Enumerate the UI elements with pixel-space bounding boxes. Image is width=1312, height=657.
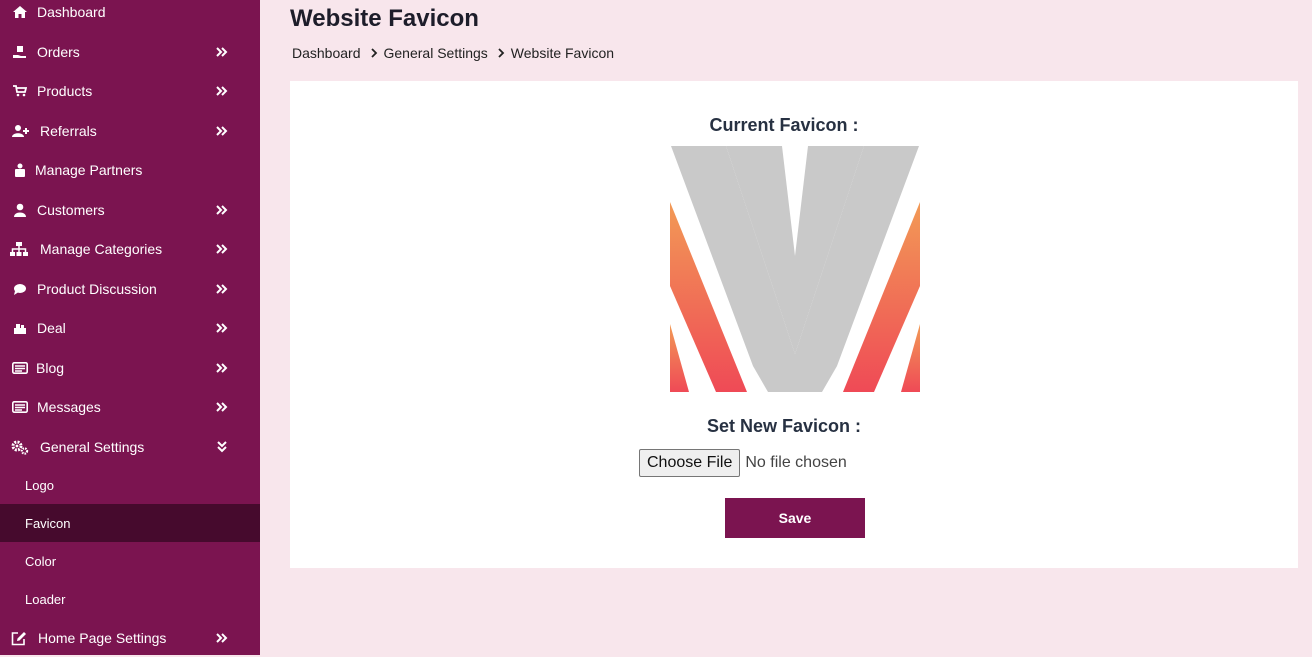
double-chevron-right-icon [214, 124, 230, 138]
sidebar-item-customers[interactable]: Customers [0, 191, 260, 229]
sidebar-item-label: Referrals [40, 123, 97, 139]
sidebar-item-products[interactable]: Products [0, 72, 260, 110]
cart-icon [11, 82, 29, 100]
chat-icon [11, 280, 29, 298]
chevron-right-icon [370, 48, 378, 58]
sidebar-item-general-settings[interactable]: General Settings [0, 428, 260, 466]
sidebar-item-manage-partners[interactable]: Manage Partners [0, 151, 260, 189]
hand-box-icon [11, 43, 29, 61]
sidebar-subitem-logo[interactable]: Logo [0, 466, 260, 504]
sidebar-subitem-label: Logo [25, 477, 54, 493]
breadcrumb-website-favicon: Website Favicon [510, 45, 615, 61]
sidebar-item-label: General Settings [40, 439, 145, 455]
double-chevron-right-icon [214, 84, 230, 98]
user-icon [11, 201, 29, 219]
double-chevron-right-icon [214, 631, 230, 645]
current-favicon-image [670, 146, 920, 392]
current-favicon-label: Current Favicon : [709, 115, 859, 135]
sidebar-item-messages[interactable]: Messages [0, 388, 260, 426]
sidebar-item-label: Customers [37, 202, 105, 218]
double-chevron-down-icon [214, 440, 230, 454]
sidebar-item-home-page-settings[interactable]: Home Page Settings [0, 619, 260, 657]
partners-icon [11, 161, 29, 179]
sidebar-item-label: Products [37, 83, 93, 99]
messages-icon [11, 398, 29, 416]
sidebar-item-label: Dashboard [37, 4, 106, 20]
choose-file-button[interactable]: Choose File [639, 449, 741, 477]
double-chevron-right-icon [214, 361, 230, 375]
sitemap-icon [10, 240, 28, 258]
favicon-card: Current Favicon : Set New Favicon : Choo… [290, 81, 1298, 568]
double-chevron-right-icon [214, 400, 230, 414]
sidebar-subitem-favicon[interactable]: Favicon [0, 504, 260, 542]
double-chevron-right-icon [214, 203, 230, 217]
sidebar-item-referrals[interactable]: Referrals [0, 112, 260, 150]
sidebar-item-label: Messages [37, 399, 101, 415]
sidebar-item-deal[interactable]: Deal [0, 309, 260, 347]
file-status-text: No file chosen [745, 454, 847, 471]
page-title: Website Favicon [290, 5, 479, 32]
sidebar-item-label: Home Page Settings [38, 630, 167, 646]
sidebar-item-orders[interactable]: Orders [0, 33, 260, 71]
sidebar-item-label: Manage Partners [35, 162, 143, 178]
chevron-right-icon [498, 48, 505, 58]
sidebar-item-blog[interactable]: Blog [0, 349, 260, 387]
cogs-icon [11, 438, 29, 456]
news-icon [11, 359, 29, 377]
user-plus-icon [12, 122, 30, 140]
double-chevron-right-icon [214, 45, 230, 59]
breadcrumb-general-settings[interactable]: General Settings [384, 45, 488, 61]
sidebar-item-label: Product Discussion [37, 281, 157, 297]
sidebar-subitem-color[interactable]: Color [0, 542, 260, 580]
file-input: Choose File No file chosen [639, 449, 847, 477]
sidebar: Dashboard Orders Products Referrals Mana… [0, 0, 260, 655]
sidebar-item-manage-categories[interactable]: Manage Categories [0, 230, 260, 268]
breadcrumb-dashboard[interactable]: Dashboard [292, 45, 361, 61]
double-chevron-right-icon [214, 321, 230, 335]
sidebar-subitem-loader[interactable]: Loader [0, 580, 260, 618]
sidebar-subitem-label: Favicon [25, 515, 71, 531]
deal-icon [11, 319, 29, 337]
breadcrumb: Dashboard General Settings Website Favic… [292, 45, 614, 61]
sidebar-subitem-label: Loader [25, 591, 66, 607]
sidebar-item-label: Deal [37, 320, 66, 336]
sidebar-item-product-discussion[interactable]: Product Discussion [0, 270, 260, 308]
sidebar-item-dashboard[interactable]: Dashboard [0, 0, 260, 31]
double-chevron-right-icon [214, 242, 230, 256]
edit-icon [10, 629, 28, 647]
sidebar-item-label: Orders [37, 44, 80, 60]
save-button[interactable]: Save [725, 498, 865, 538]
double-chevron-right-icon [214, 282, 230, 296]
set-new-favicon-label: Set New Favicon : [706, 416, 862, 436]
sidebar-subitem-label: Color [25, 553, 57, 569]
home-icon [11, 3, 29, 21]
sidebar-item-label: Blog [36, 360, 65, 376]
sidebar-item-label: Manage Categories [40, 241, 163, 257]
